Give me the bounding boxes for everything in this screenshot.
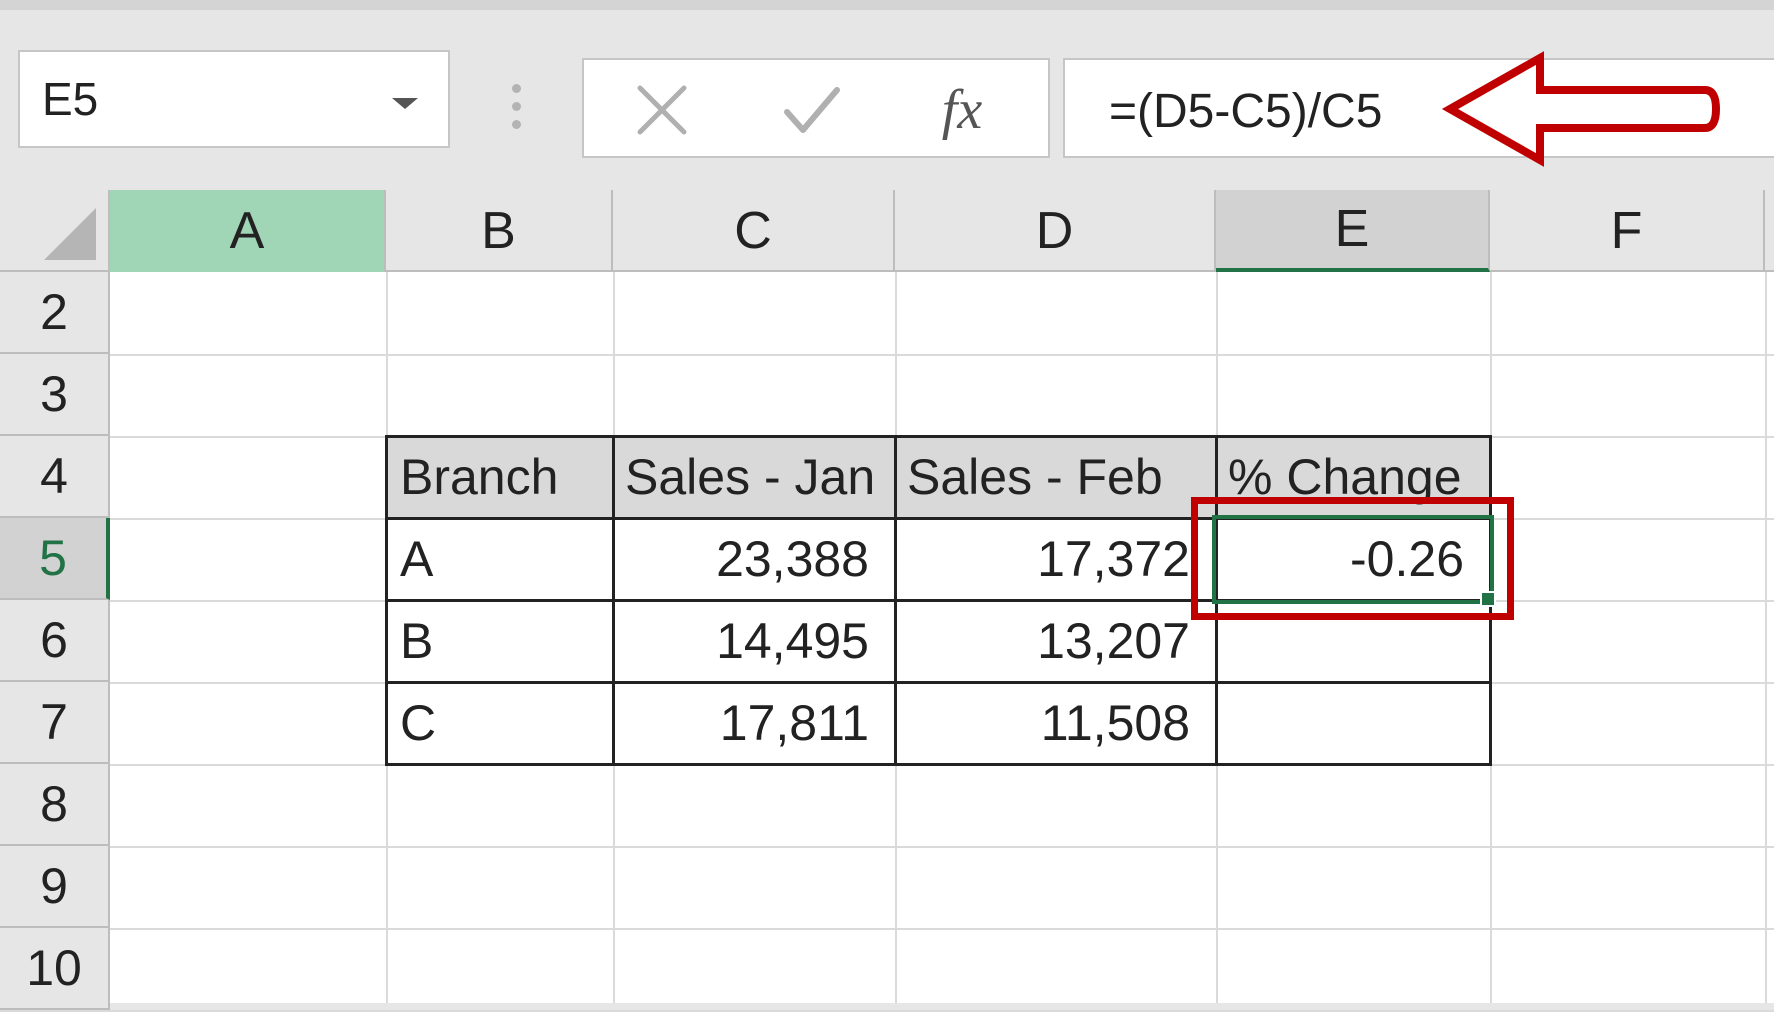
row-header-9[interactable]: 9	[0, 846, 110, 928]
table-header-sales-feb[interactable]: Sales - Feb	[895, 436, 1216, 518]
fx-icon: fx	[941, 79, 983, 141]
chevron-down-icon[interactable]	[392, 98, 418, 109]
row-header-8[interactable]: 8	[0, 764, 110, 846]
table-border-v1	[612, 435, 615, 766]
cell-d5[interactable]: 17,372	[895, 518, 1216, 600]
cell-b5[interactable]: A	[386, 518, 613, 600]
formula-buttons: fx	[582, 58, 1050, 158]
row-header-5[interactable]: 5	[0, 518, 110, 600]
column-header-b[interactable]: B	[386, 190, 613, 272]
column-header-a[interactable]: A	[110, 190, 386, 272]
select-all-icon	[44, 208, 96, 260]
column-header-f[interactable]: F	[1490, 190, 1765, 272]
annotation-highlight-box	[1191, 497, 1514, 620]
select-all-button[interactable]	[0, 190, 110, 272]
cell-b7[interactable]: C	[386, 682, 613, 764]
table-border-top	[385, 435, 1492, 438]
column-header-d[interactable]: D	[895, 190, 1216, 272]
cell-c5[interactable]: 23,388	[613, 518, 895, 600]
column-header-c[interactable]: C	[613, 190, 895, 272]
cell-e7[interactable]	[1216, 682, 1490, 764]
x-icon	[637, 85, 687, 135]
window-top-strip	[0, 0, 1774, 10]
formula-bar: E5 fx =(D5-C5)/C5	[0, 10, 1774, 190]
cell-d7[interactable]: 11,508	[895, 682, 1216, 764]
formula-text: =(D5-C5)/C5	[1109, 85, 1383, 138]
cell-d6[interactable]: 13,207	[895, 600, 1216, 682]
enter-button[interactable]	[774, 72, 850, 148]
row-header-7[interactable]: 7	[0, 682, 110, 764]
check-icon	[784, 87, 840, 133]
row-header-10[interactable]: 10	[0, 928, 110, 1010]
name-box[interactable]: E5	[18, 50, 450, 148]
table-header-sales-jan[interactable]: Sales - Jan	[613, 436, 895, 518]
table-border-h3	[385, 681, 1492, 684]
insert-function-button[interactable]: fx	[924, 72, 1000, 148]
cell-c7[interactable]: 17,811	[613, 682, 895, 764]
row-header-4[interactable]: 4	[0, 436, 110, 518]
row-header-3[interactable]: 3	[0, 354, 110, 436]
arrow-left-icon	[1441, 51, 1720, 167]
cell-c6[interactable]: 14,495	[613, 600, 895, 682]
table-border-left	[385, 435, 388, 766]
table-border-bottom	[385, 763, 1492, 766]
name-box-value: E5	[42, 73, 99, 125]
table-header-branch[interactable]: Branch	[386, 436, 613, 518]
cell-b6[interactable]: B	[386, 600, 613, 682]
row-header-6[interactable]: 6	[0, 600, 110, 682]
worksheet-grid[interactable]: A B C D E F 2 3 4 5 6 7 8 9 10 Branch Sa…	[0, 190, 1774, 1012]
table-border-v2	[894, 435, 897, 766]
grip-handle-icon[interactable]	[512, 84, 522, 132]
column-header-e[interactable]: E	[1216, 190, 1490, 272]
cancel-button[interactable]	[624, 72, 700, 148]
row-header-2[interactable]: 2	[0, 272, 110, 354]
